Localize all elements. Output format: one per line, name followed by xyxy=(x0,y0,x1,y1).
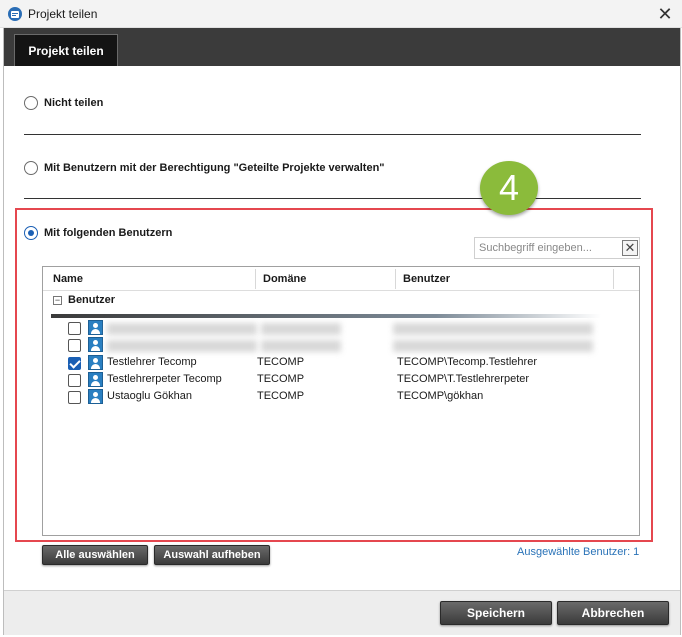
radio-berechtigung[interactable] xyxy=(24,161,38,175)
redacted-domain xyxy=(261,340,341,352)
window-close-icon[interactable]: ✕ xyxy=(652,2,678,26)
row-domain: TECOMP xyxy=(257,373,305,385)
row-user: TECOMP\gökhan xyxy=(397,390,484,402)
collapse-group-icon[interactable]: − xyxy=(53,295,62,305)
row-checkbox[interactable] xyxy=(68,322,81,335)
selected-users-count: Ausgewählte Benutzer: 1 xyxy=(517,546,640,558)
table-row[interactable]: Testlehrer Tecomp TECOMP TECOMP\Tecomp.T… xyxy=(43,355,639,372)
step-number-badge: 4 xyxy=(480,161,538,215)
row-user: TECOMP\T.Testlehrerpeter xyxy=(397,373,530,385)
dialog-footer: Speichern Abbrechen xyxy=(4,590,680,635)
column-header-name[interactable]: Name xyxy=(45,267,255,291)
group-label: Benutzer xyxy=(68,294,116,306)
row-checkbox[interactable] xyxy=(68,357,81,370)
clear-search-icon[interactable]: ✕ xyxy=(622,240,638,256)
deselect-all-button[interactable]: Auswahl aufheben xyxy=(154,545,270,565)
row-checkbox[interactable] xyxy=(68,339,81,352)
row-name: Testlehrer Tecomp xyxy=(107,356,197,368)
table-row[interactable] xyxy=(43,320,639,337)
group-separator xyxy=(51,314,601,318)
radio-nicht-teilen[interactable] xyxy=(24,96,38,110)
separator-2 xyxy=(24,198,641,199)
table-row[interactable]: Testlehrerpeter Tecomp TECOMP TECOMP\T.T… xyxy=(43,372,639,389)
row-name: Ustaoglu Gökhan xyxy=(107,390,192,402)
redacted-domain xyxy=(261,323,341,335)
tab-projekt-teilen[interactable]: Projekt teilen xyxy=(14,34,118,66)
search-input[interactable] xyxy=(475,238,617,258)
row-user: TECOMP\Tecomp.Testlehrer xyxy=(397,356,537,368)
window-titlebar: Projekt teilen ✕ xyxy=(0,0,682,28)
option-folgende-benutzer-label: Mit folgenden Benutzern xyxy=(44,227,173,239)
cancel-button[interactable]: Abbrechen xyxy=(557,601,669,625)
user-icon xyxy=(88,372,103,387)
column-divider[interactable] xyxy=(613,269,614,289)
window-border-right xyxy=(680,28,681,635)
user-icon xyxy=(88,337,103,352)
row-name: Testlehrerpeter Tecomp xyxy=(107,373,222,385)
redacted-name xyxy=(107,340,257,352)
select-all-button[interactable]: Alle auswählen xyxy=(42,545,148,565)
project-app-icon xyxy=(8,7,22,21)
redacted-user xyxy=(393,340,593,352)
tab-strip: Projekt teilen xyxy=(4,28,680,66)
option-berechtigung[interactable]: Mit Benutzern mit der Berechtigung "Gete… xyxy=(24,161,385,175)
user-icon xyxy=(88,320,103,335)
group-row-benutzer[interactable]: − Benutzer xyxy=(53,294,115,306)
save-button[interactable]: Speichern xyxy=(440,601,552,625)
redacted-user xyxy=(393,323,593,335)
row-checkbox[interactable] xyxy=(68,391,81,404)
redacted-name xyxy=(107,323,257,335)
option-folgende-benutzer[interactable]: Mit folgenden Benutzern xyxy=(24,226,172,240)
user-icon xyxy=(88,355,103,370)
separator-1 xyxy=(24,134,641,135)
row-checkbox[interactable] xyxy=(68,374,81,387)
option-nicht-teilen-label: Nicht teilen xyxy=(44,97,104,109)
users-grid: Name Domäne Benutzer − Benutzer Testlehr… xyxy=(42,266,640,536)
user-icon xyxy=(88,389,103,404)
row-domain: TECOMP xyxy=(257,356,305,368)
table-row[interactable] xyxy=(43,337,639,354)
window-title: Projekt teilen xyxy=(28,7,98,21)
column-header-user[interactable]: Benutzer xyxy=(395,267,613,291)
radio-folgende-benutzer[interactable] xyxy=(24,226,38,240)
column-header-domain[interactable]: Domäne xyxy=(255,267,395,291)
option-berechtigung-label: Mit Benutzern mit der Berechtigung "Gete… xyxy=(44,162,385,174)
table-row[interactable]: Ustaoglu Gökhan TECOMP TECOMP\gökhan xyxy=(43,389,639,406)
option-nicht-teilen[interactable]: Nicht teilen xyxy=(24,96,103,110)
row-domain: TECOMP xyxy=(257,390,305,402)
grid-header: Name Domäne Benutzer xyxy=(43,267,639,291)
search-box: ✕ xyxy=(474,237,640,259)
